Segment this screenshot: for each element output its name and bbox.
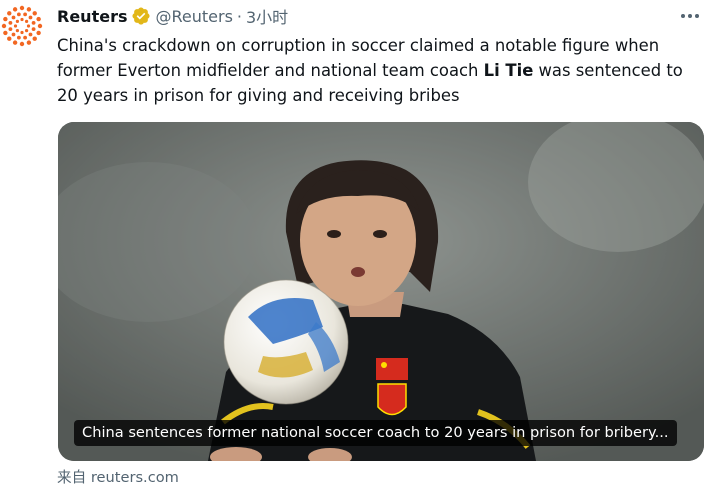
separator-dot: · (236, 6, 242, 26)
logo-dot (15, 19, 19, 23)
logo-dot (25, 19, 29, 23)
logo-dot (13, 24, 18, 28)
verified-badge-icon[interactable] (131, 6, 151, 26)
logo-dot (32, 11, 37, 16)
link-card-image[interactable]: China sentences former national soccer c… (58, 122, 704, 461)
logo-dot (16, 12, 21, 17)
logo-dot (23, 12, 28, 17)
logo-dot (8, 27, 13, 32)
logo-dot (23, 35, 28, 40)
more-options-button[interactable] (676, 6, 704, 26)
avatar[interactable] (0, 4, 44, 48)
source-prefix: 来自 (57, 469, 87, 486)
card-source[interactable]: 来自 reuters.com (57, 466, 179, 487)
author-handle[interactable]: @Reuters (155, 7, 232, 26)
logo-dot (31, 27, 36, 32)
logo-dot (15, 29, 19, 33)
logo-dot (19, 41, 25, 47)
tweet-header: Reuters @Reuters · 3小时 (57, 4, 288, 28)
logo-dot (12, 7, 18, 12)
card-title[interactable]: China sentences former national soccer c… (74, 420, 677, 446)
logo-dot (37, 23, 43, 29)
author-name[interactable]: Reuters (57, 7, 127, 26)
logo-dot (8, 20, 13, 25)
logo-dot (11, 32, 16, 37)
tweet-text: China's crackdown on corruption in socce… (57, 33, 702, 108)
logo-dot (36, 30, 41, 36)
more-dot-icon (681, 14, 685, 18)
tweet-text-highlight: Li Tie (483, 61, 534, 80)
logo-dot (28, 32, 33, 37)
logo-dot (7, 11, 12, 16)
logo-dot (26, 7, 32, 12)
logo-dot (36, 16, 41, 22)
logo-dot (32, 36, 37, 41)
logo-dot (20, 17, 24, 22)
logo-dot (12, 40, 18, 45)
logo-dot (7, 36, 12, 41)
tweet-timestamp[interactable]: 3小时 (246, 4, 288, 28)
logo-dot (3, 30, 8, 36)
logo-dot (1, 23, 7, 29)
reuters-logo-icon (1, 5, 43, 47)
logo-dot (3, 16, 8, 22)
logo-dot (25, 29, 29, 33)
source-domain[interactable]: reuters.com (91, 469, 179, 486)
logo-dot (26, 40, 32, 45)
logo-dot (20, 30, 24, 35)
article-photo (58, 122, 704, 461)
logo-dot (31, 20, 36, 25)
logo-dot (19, 5, 25, 11)
logo-dot (11, 15, 16, 20)
logo-dot (28, 15, 33, 20)
more-dot-icon (688, 14, 692, 18)
logo-dot (26, 24, 31, 28)
more-dot-icon (695, 14, 699, 18)
logo-dot (16, 35, 21, 40)
